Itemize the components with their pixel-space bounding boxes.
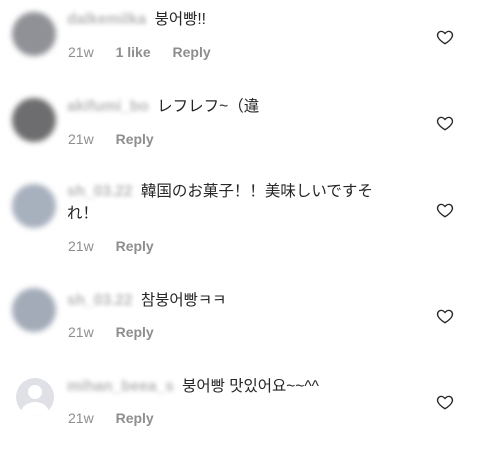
comment-body: akifumi_bo レフレフ~（違 — [67, 96, 420, 118]
username[interactable]: dalkemilka — [67, 11, 146, 28]
timestamp: 21w — [68, 324, 94, 340]
comment-item: sh_03.22 참붕어빵ㅋㅋ 21w Reply — [0, 278, 480, 364]
username[interactable]: sh_03.22 — [67, 183, 133, 200]
heart-icon[interactable] — [436, 114, 454, 132]
comment-body: sh_03.22 韓国のお菓子！！美味しいですそれ！ — [67, 181, 392, 225]
comment-item: mihan_beea_s 붕어빵 맛있어요~~^^ 21w Reply — [0, 364, 480, 450]
comment-body: sh_03.22 참붕어빵ㅋㅋ — [67, 290, 420, 312]
timestamp: 21w — [68, 44, 94, 60]
comment-text: 참붕어빵ㅋㅋ — [140, 292, 227, 309]
reply-button[interactable]: Reply — [116, 410, 154, 426]
timestamp: 21w — [68, 238, 94, 254]
comment-meta: 21w Reply — [68, 238, 172, 254]
default-avatar-body — [21, 402, 49, 416]
heart-icon[interactable] — [436, 201, 454, 219]
avatar[interactable] — [16, 378, 54, 416]
comment-body: dalkemilka 붕어빵!! — [67, 9, 420, 31]
comment-item: dalkemilka 붕어빵!! 21w 1 like Reply — [0, 0, 480, 86]
avatar[interactable] — [12, 12, 56, 56]
comment-item: sh_03.22 韓国のお菓子！！美味しいですそれ！ 21w Reply — [0, 172, 480, 258]
avatar[interactable] — [12, 98, 56, 142]
comment-body: mihan_beea_s 붕어빵 맛있어요~~^^ — [67, 376, 420, 398]
avatar[interactable] — [12, 288, 56, 332]
heart-icon[interactable] — [436, 307, 454, 325]
comment-meta: 21w 1 like Reply — [68, 44, 229, 60]
comment-text: レフレフ~（違 — [157, 98, 260, 115]
heart-icon[interactable] — [436, 28, 454, 46]
timestamp: 21w — [68, 410, 94, 426]
comment-list: dalkemilka 붕어빵!! 21w 1 like Reply akifum… — [0, 0, 480, 442]
timestamp: 21w — [68, 131, 94, 147]
avatar[interactable] — [12, 184, 56, 228]
username[interactable]: mihan_beea_s — [67, 378, 174, 395]
username[interactable]: akifumi_bo — [67, 98, 149, 115]
username[interactable]: sh_03.22 — [67, 292, 133, 309]
reply-button[interactable]: Reply — [173, 44, 211, 60]
comment-text: 붕어빵 맛있어요~~^^ — [182, 378, 319, 395]
default-avatar-head — [28, 385, 42, 399]
reply-button[interactable]: Reply — [116, 131, 154, 147]
comment-meta: 21w Reply — [68, 131, 172, 147]
reply-button[interactable]: Reply — [116, 324, 154, 340]
comment-meta: 21w Reply — [68, 324, 172, 340]
comment-item: akifumi_bo レフレフ~（違 21w Reply — [0, 86, 480, 172]
heart-icon[interactable] — [436, 393, 454, 411]
comment-text: 붕어빵!! — [154, 11, 206, 28]
comment-meta: 21w Reply — [68, 410, 172, 426]
reply-button[interactable]: Reply — [116, 238, 154, 254]
likes-count[interactable]: 1 like — [116, 44, 151, 60]
